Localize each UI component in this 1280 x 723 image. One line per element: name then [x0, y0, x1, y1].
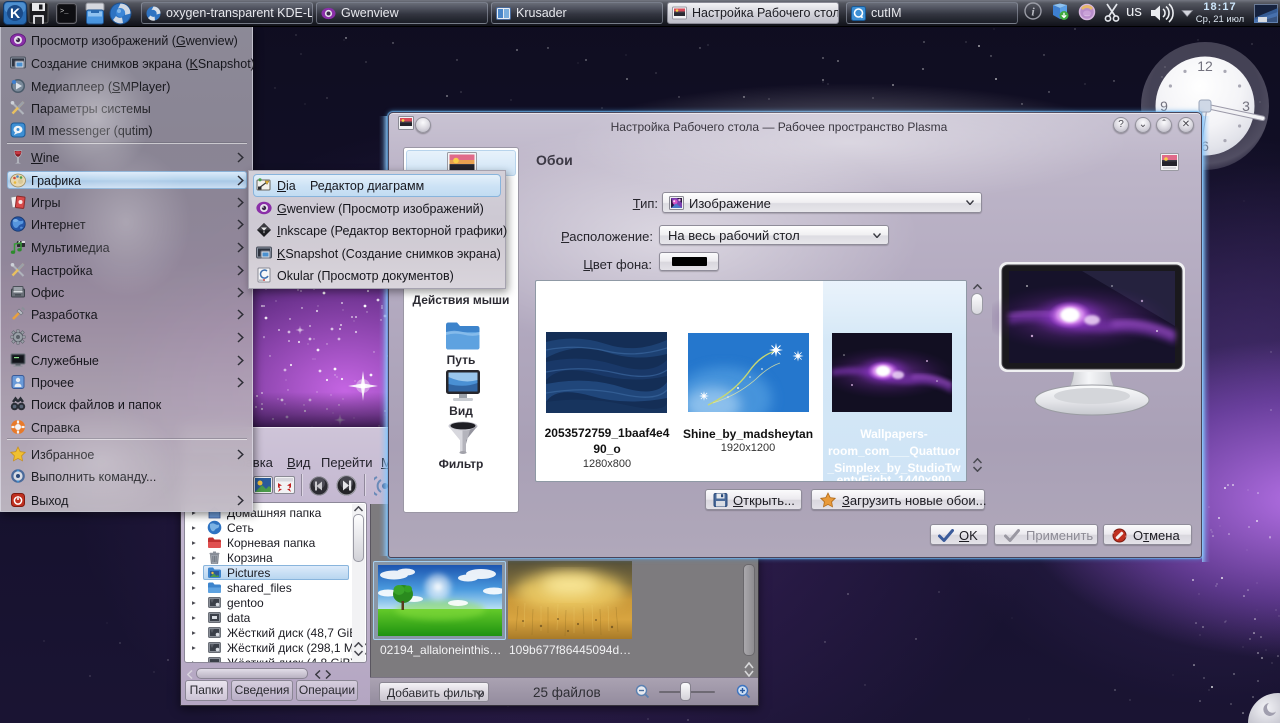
- svg-text:>_: >_: [60, 8, 69, 16]
- svg-text:...: ...: [1084, 11, 1090, 18]
- svg-text:i: i: [1031, 5, 1035, 19]
- svg-text:K: K: [10, 5, 20, 21]
- svg-text:12: 12: [1197, 58, 1213, 74]
